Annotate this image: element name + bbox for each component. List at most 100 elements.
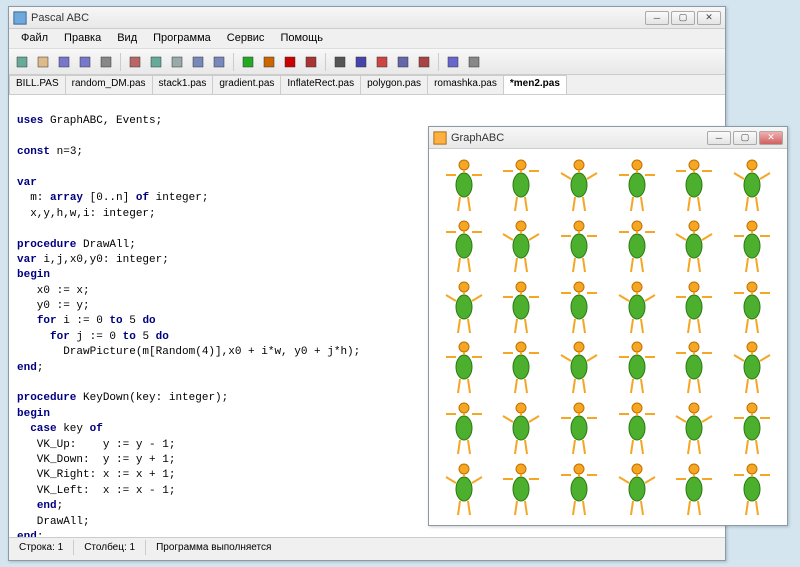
graph-close-button[interactable]: ✕ — [759, 131, 783, 145]
open-icon[interactable] — [34, 53, 52, 71]
tab-3[interactable]: gradient.pas — [212, 75, 281, 94]
figure-sprite — [608, 216, 666, 277]
arrow-icon[interactable] — [331, 53, 349, 71]
breakpoint-icon[interactable] — [302, 53, 320, 71]
cut-icon[interactable] — [126, 53, 144, 71]
code-token: ; — [37, 362, 44, 374]
status-msg: Программа выполняется — [146, 540, 725, 555]
save-icon[interactable] — [55, 53, 73, 71]
menu-help[interactable]: Помощь — [272, 29, 331, 48]
code-token: ; — [37, 531, 44, 537]
graph-titlebar[interactable]: GraphABC ─ ▢ ✕ — [429, 127, 787, 149]
figure-sprite — [550, 337, 608, 398]
menu-file[interactable]: Файл — [13, 29, 56, 48]
figure-sprite — [435, 276, 493, 337]
graph-maximize-button[interactable]: ▢ — [733, 131, 757, 145]
code-token: DrawPicture(m[Random(4)],x0 + i*w, y0 + … — [17, 346, 360, 358]
code-token: VK_Up: y := y - 1; — [17, 439, 175, 451]
code-token: var — [17, 254, 37, 266]
code-token — [17, 331, 50, 343]
monitor-icon[interactable] — [444, 53, 462, 71]
tab-1[interactable]: random_DM.pas — [65, 75, 153, 94]
copy-icon[interactable] — [147, 53, 165, 71]
figure-sprite — [550, 458, 608, 519]
figure-sprite — [493, 216, 551, 277]
code-token: i,j,x0,y0: integer; — [37, 254, 169, 266]
redo-icon[interactable] — [210, 53, 228, 71]
code-token: of — [136, 192, 149, 204]
tab-7[interactable]: *men2.pas — [503, 75, 567, 94]
code-token: end — [37, 500, 57, 512]
figure-sprite — [666, 155, 724, 216]
graph-minimize-button[interactable]: ─ — [707, 131, 731, 145]
minimize-button[interactable]: ─ — [645, 11, 669, 25]
status-line: Строка: 1 — [9, 540, 74, 555]
maximize-button[interactable]: ▢ — [671, 11, 695, 25]
main-titlebar[interactable]: Pascal ABC ─ ▢ ✕ — [9, 7, 725, 29]
code-token: ; — [57, 500, 64, 512]
code-token: DrawAll; — [76, 239, 135, 251]
figure-sprite — [723, 337, 781, 398]
code-token: y0 := y; — [17, 300, 90, 312]
menu-service[interactable]: Сервис — [219, 29, 273, 48]
graph-canvas — [429, 149, 787, 525]
close-button[interactable]: ✕ — [697, 11, 721, 25]
figure-sprite — [493, 398, 551, 459]
print-icon[interactable] — [97, 53, 115, 71]
code-token: integer; — [149, 192, 208, 204]
figure-sprite — [550, 155, 608, 216]
figure-sprite — [608, 155, 666, 216]
code-token: for — [37, 315, 57, 327]
figure-sprite — [608, 276, 666, 337]
run-icon[interactable] — [239, 53, 257, 71]
figure-sprite — [550, 276, 608, 337]
paste-icon[interactable] — [168, 53, 186, 71]
app-icon — [13, 11, 27, 25]
figure-sprite — [493, 458, 551, 519]
save-all-icon[interactable] — [76, 53, 94, 71]
menubar: Файл Правка Вид Программа Сервис Помощь — [9, 29, 725, 49]
undo-icon[interactable] — [189, 53, 207, 71]
code-token: of — [90, 423, 103, 435]
zoom-icon[interactable] — [352, 53, 370, 71]
code-token: for — [50, 331, 70, 343]
figure-sprite — [435, 458, 493, 519]
block-icon[interactable] — [394, 53, 412, 71]
tab-6[interactable]: romashka.pas — [427, 75, 504, 94]
tab-2[interactable]: stack1.pas — [152, 75, 214, 94]
code-token: end — [17, 362, 37, 374]
statusbar: Строка: 1 Столбец: 1 Программа выполняет… — [9, 537, 725, 557]
tab-5[interactable]: polygon.pas — [360, 75, 428, 94]
step-icon[interactable] — [260, 53, 278, 71]
menu-edit[interactable]: Правка — [56, 29, 109, 48]
figure-sprite — [666, 216, 724, 277]
code-token: x0 := x; — [17, 285, 90, 297]
figure-sprite — [608, 398, 666, 459]
code-token: do — [142, 315, 155, 327]
code-token: uses — [17, 115, 43, 127]
code-token: array — [50, 192, 83, 204]
code-token — [17, 423, 30, 435]
menu-program[interactable]: Программа — [145, 29, 219, 48]
graph-title: GraphABC — [451, 132, 707, 144]
window-icon[interactable] — [465, 53, 483, 71]
code-token: KeyDown(key: integer); — [76, 392, 228, 404]
tab-4[interactable]: InflateRect.pas — [280, 75, 361, 94]
code-token: 5 — [136, 331, 156, 343]
tab-0[interactable]: BILL.PAS — [9, 75, 66, 94]
cross-icon[interactable] — [415, 53, 433, 71]
new-icon[interactable] — [13, 53, 31, 71]
code-token: 5 — [123, 315, 143, 327]
figure-sprite — [666, 458, 724, 519]
figure-sprite — [666, 398, 724, 459]
code-token: key — [57, 423, 90, 435]
code-token: x,y,h,w,i: integer; — [17, 208, 156, 220]
stop-icon[interactable] — [281, 53, 299, 71]
figure-sprite — [493, 276, 551, 337]
code-token: begin — [17, 408, 50, 420]
figure-sprite — [435, 398, 493, 459]
figure-sprite — [723, 216, 781, 277]
menu-view[interactable]: Вид — [109, 29, 145, 48]
delete-icon[interactable] — [373, 53, 391, 71]
code-token: VK_Down: y := y + 1; — [17, 454, 175, 466]
